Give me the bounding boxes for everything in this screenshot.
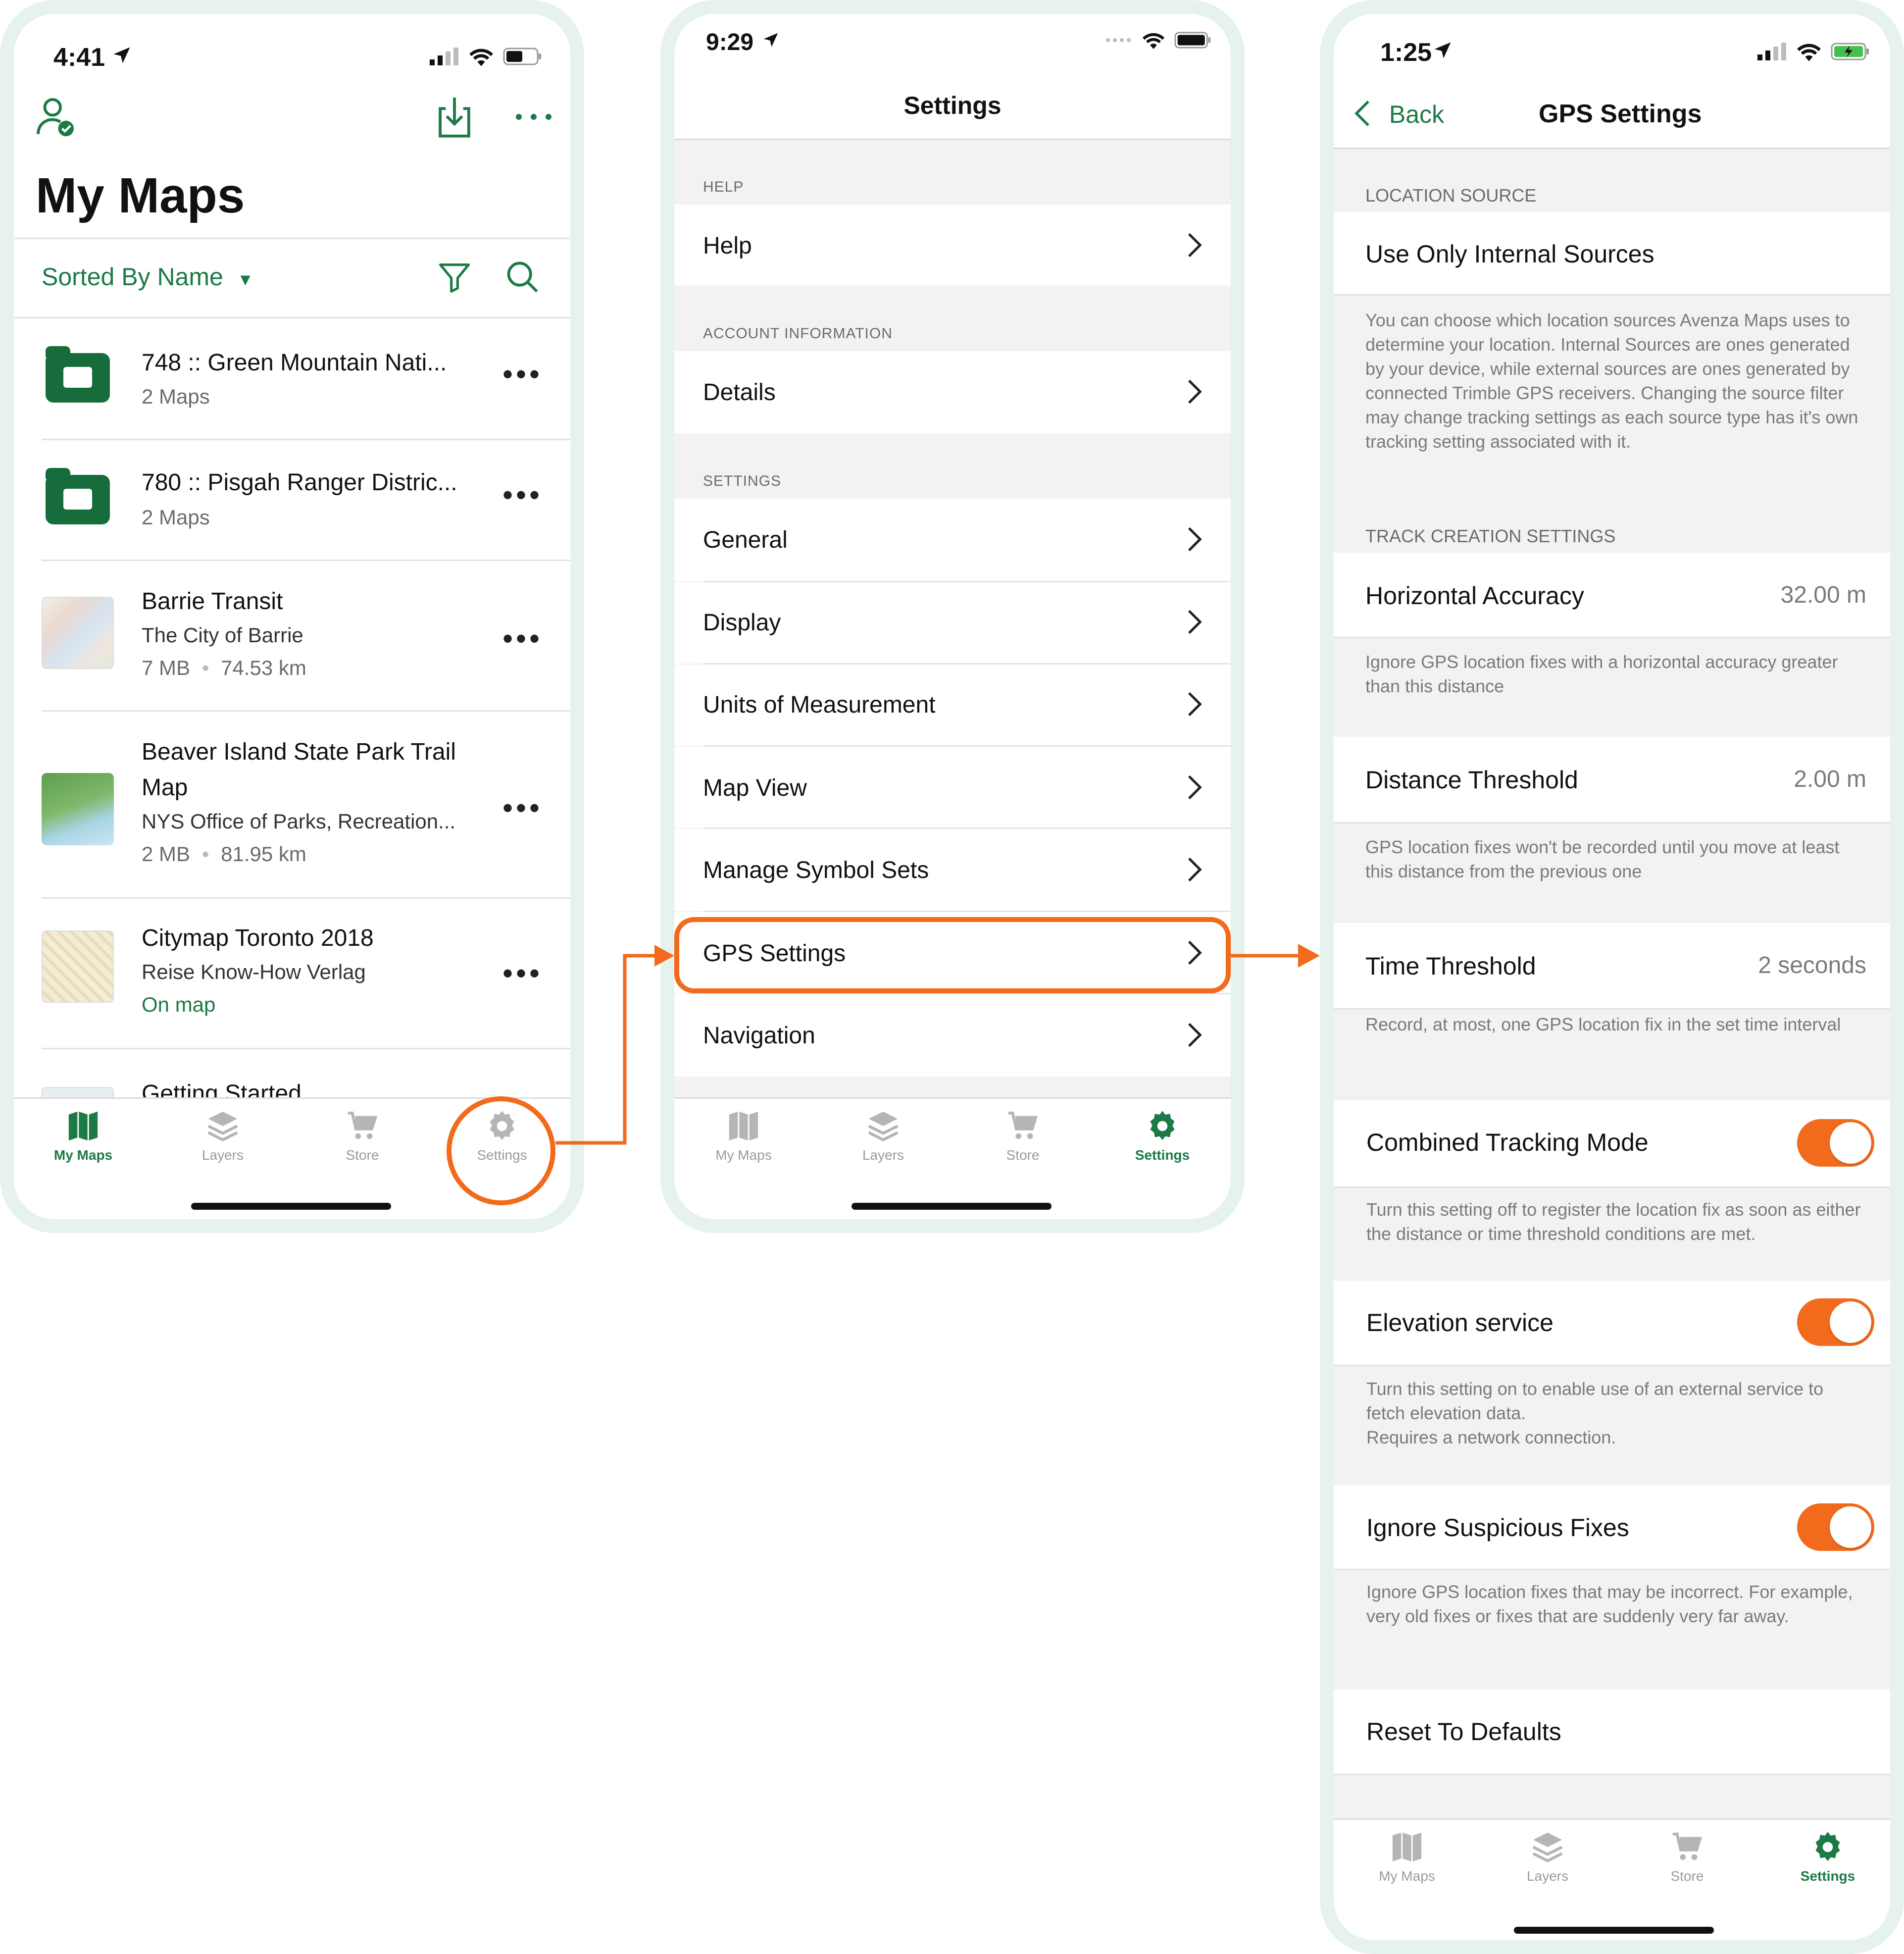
arrowhead-1: [654, 945, 674, 967]
flow-arrows: [555, 944, 1320, 1145]
arrowhead-2: [1298, 944, 1320, 968]
arrow-settings-to-gps: [555, 954, 658, 1145]
